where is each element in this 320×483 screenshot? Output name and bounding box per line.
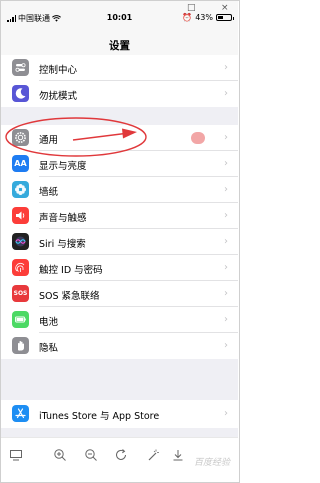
settings-row-general[interactable]: 通用 ›: [1, 125, 238, 151]
settings-row-display[interactable]: AA 显示与亮度 ›: [1, 151, 238, 177]
settings-row-label: iTunes Store 与 App Store: [39, 411, 160, 422]
settings-group-3: iTunes Store 与 App Store ›: [1, 400, 238, 428]
settings-row-sos[interactable]: SOS SOS 紧急联络 ›: [1, 281, 238, 307]
siri-icon: [12, 233, 29, 250]
watermark: 百度经验: [193, 458, 230, 468]
magic-wand-icon[interactable]: [146, 448, 160, 462]
settings-row-label: 墙纸: [39, 187, 59, 198]
zoom-in-icon[interactable]: [53, 448, 67, 462]
chevron-right-icon: ›: [224, 132, 228, 143]
display-icon[interactable]: [9, 448, 23, 462]
settings-row-label: 触控 ID 与密码: [39, 265, 103, 276]
viewer-toolbar: 百度经验: [1, 437, 238, 482]
settings-group-2: 通用 › AA 显示与亮度 › 墙纸 › 声音与触感 › Siri 与搜索 › …: [1, 125, 238, 359]
display-aa-icon: AA: [12, 155, 29, 172]
chevron-right-icon: ›: [224, 314, 228, 325]
settings-row-wallpaper[interactable]: 墙纸 ›: [1, 177, 238, 203]
download-icon[interactable]: [171, 448, 185, 462]
settings-row-label: 声音与触感: [39, 213, 87, 224]
maximize-button[interactable]: □: [187, 3, 196, 13]
close-button[interactable]: ×: [221, 3, 229, 13]
settings-row-label: 隐私: [39, 343, 59, 354]
hand-icon: [12, 337, 29, 354]
zoom-out-icon[interactable]: [84, 448, 98, 462]
settings-row-label: 电池: [39, 317, 59, 328]
page-title: 设置: [109, 40, 130, 52]
app-store-icon: [12, 405, 29, 422]
sos-icon: SOS: [12, 285, 29, 302]
notification-badge: [191, 132, 205, 144]
alarm-icon: ⏰: [182, 13, 193, 22]
battery-icon: [12, 311, 29, 328]
battery-percent: 43%: [195, 13, 213, 22]
settings-row-label: Siri 与搜索: [39, 239, 86, 250]
chevron-right-icon: ›: [224, 408, 228, 419]
battery-icon: [216, 14, 234, 21]
chevron-right-icon: ›: [224, 184, 228, 195]
refresh-icon[interactable]: [114, 448, 128, 462]
chevron-right-icon: ›: [224, 88, 228, 99]
wallpaper-icon: [12, 181, 29, 198]
chevron-right-icon: ›: [224, 288, 228, 299]
settings-row-privacy[interactable]: 隐私 ›: [1, 333, 238, 359]
phone-screen: 中国联通 10:01 ⏰ 43% □ × 设置 控制中心 › 勿扰模式 › 通用…: [1, 1, 238, 437]
gear-icon: [12, 129, 29, 146]
settings-row-touch-id[interactable]: 触控 ID 与密码 ›: [1, 255, 238, 281]
settings-row-battery[interactable]: 电池 ›: [1, 307, 238, 333]
chevron-right-icon: ›: [224, 262, 228, 273]
settings-row-do-not-disturb[interactable]: 勿扰模式 ›: [1, 81, 238, 107]
sound-icon: [12, 207, 29, 224]
moon-icon: [12, 85, 29, 102]
settings-row-control-center[interactable]: 控制中心 ›: [1, 55, 238, 81]
settings-row-label: SOS 紧急联络: [39, 291, 100, 302]
settings-row-label: 显示与亮度: [39, 161, 87, 172]
settings-row-label: 勿扰模式: [39, 91, 78, 102]
chevron-right-icon: ›: [224, 340, 228, 351]
chevron-right-icon: ›: [224, 158, 228, 169]
status-bar: 中国联通 10:01 ⏰ 43%: [1, 1, 238, 27]
settings-row-sound[interactable]: 声音与触感 ›: [1, 203, 238, 229]
settings-row-siri[interactable]: Siri 与搜索 ›: [1, 229, 238, 255]
settings-group-1: 控制中心 › 勿扰模式 ›: [1, 55, 238, 107]
settings-row-app-store[interactable]: iTunes Store 与 App Store ›: [1, 401, 238, 427]
fingerprint-icon: [12, 259, 29, 276]
settings-row-label: 控制中心: [39, 65, 78, 76]
chevron-right-icon: ›: [224, 236, 228, 247]
control-center-icon: [12, 59, 29, 76]
chevron-right-icon: ›: [224, 210, 228, 221]
chevron-right-icon: ›: [224, 62, 228, 73]
settings-row-label: 通用: [39, 135, 59, 146]
